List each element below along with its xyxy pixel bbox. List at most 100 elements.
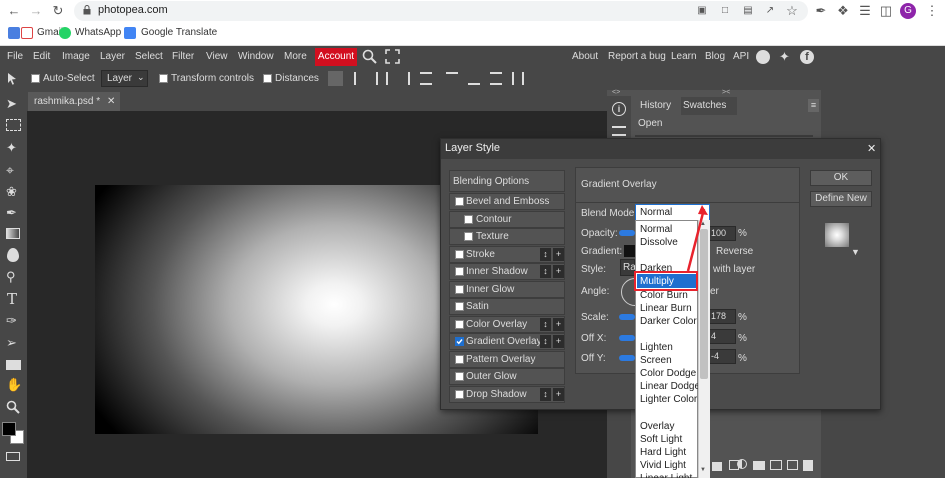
menu-layer[interactable]: Layer bbox=[100, 51, 125, 62]
history-item-open[interactable]: Open bbox=[638, 118, 662, 129]
blend-option-color-dodge[interactable]: Color Dodge bbox=[640, 368, 696, 379]
share-icon[interactable]: ↗ bbox=[762, 3, 778, 19]
style-item-texture[interactable]: Texture bbox=[449, 228, 565, 245]
search-icon[interactable] bbox=[362, 49, 377, 64]
bookmark-google-translate[interactable]: Google Translate bbox=[141, 27, 217, 38]
facebook-icon[interactable]: f bbox=[800, 50, 814, 64]
document-tab[interactable]: rashmika.psd * ✕ bbox=[28, 92, 120, 111]
dialog-titlebar[interactable]: Layer Style ✕ bbox=[441, 139, 880, 159]
opacity-slider[interactable] bbox=[619, 230, 635, 236]
add-style-icon[interactable]: + bbox=[553, 317, 564, 331]
style-item-satin[interactable]: Satin bbox=[449, 298, 565, 315]
marquee-tool-icon[interactable] bbox=[6, 119, 21, 131]
blending-options-item[interactable]: Blending Options bbox=[449, 170, 565, 192]
menu-learn[interactable]: Learn bbox=[671, 51, 697, 62]
align-top-icon[interactable] bbox=[446, 72, 458, 85]
gradient-swatch[interactable] bbox=[624, 245, 635, 257]
style-checkbox[interactable] bbox=[455, 337, 464, 346]
style-item-contour[interactable]: Contour bbox=[449, 210, 565, 228]
dodge-tool-icon[interactable]: ⚲ bbox=[6, 269, 22, 285]
opacity-input[interactable]: 100 bbox=[707, 226, 736, 241]
profile-avatar[interactable]: G bbox=[900, 3, 916, 19]
sidepanel-icon[interactable]: ◫ bbox=[878, 3, 894, 19]
blend-option-screen[interactable]: Screen bbox=[640, 355, 672, 366]
tab-history[interactable]: History bbox=[635, 97, 681, 115]
menu-more[interactable]: More bbox=[284, 51, 307, 62]
style-checkbox[interactable] bbox=[455, 197, 464, 206]
new-layer-icon[interactable] bbox=[787, 460, 798, 470]
align-bottom-icon[interactable] bbox=[490, 72, 502, 85]
style-checkbox[interactable] bbox=[455, 284, 464, 294]
style-item-stroke[interactable]: Stroke ↕ + bbox=[449, 245, 565, 263]
style-item-bevel-and-emboss[interactable]: Bevel and Emboss bbox=[449, 193, 565, 210]
browser-menu-icon[interactable]: ⋮ bbox=[924, 3, 940, 19]
menu-file[interactable]: File bbox=[7, 51, 23, 62]
blend-option-color-burn[interactable]: Color Burn bbox=[640, 290, 688, 301]
apps-grid-icon[interactable] bbox=[8, 27, 20, 39]
align-middle-icon[interactable] bbox=[468, 72, 480, 85]
layer-mask-icon[interactable] bbox=[753, 461, 765, 470]
blend-option-linear-light[interactable]: Linear Light bbox=[640, 473, 692, 478]
new-group-icon[interactable] bbox=[770, 460, 782, 470]
adjustment-layer-icon[interactable] bbox=[737, 459, 747, 469]
extensions-puzzle-icon[interactable]: ❖ bbox=[835, 3, 851, 19]
add-style-icon[interactable]: + bbox=[553, 265, 564, 278]
link-layers-icon[interactable] bbox=[712, 462, 722, 471]
add-style-icon[interactable]: + bbox=[553, 335, 564, 348]
blend-option-linear-dodge[interactable]: Linear Dodge bbox=[640, 381, 700, 392]
menu-account[interactable]: Account bbox=[315, 48, 357, 66]
blend-option-hard-light[interactable]: Hard Light bbox=[640, 447, 686, 458]
align-center-icon[interactable] bbox=[376, 72, 388, 85]
dialog-close-icon[interactable]: ✕ bbox=[867, 142, 876, 155]
style-item-drop-shadow[interactable]: Drop Shadow ↕ + bbox=[449, 385, 565, 403]
style-checkbox[interactable] bbox=[464, 214, 473, 224]
ok-button[interactable]: OK bbox=[810, 170, 872, 186]
style-checkbox[interactable] bbox=[455, 249, 464, 259]
menu-edit[interactable]: Edit bbox=[33, 51, 50, 62]
offy-input[interactable]: -4 bbox=[707, 349, 736, 364]
download-icon[interactable] bbox=[328, 71, 343, 86]
type-tool-icon[interactable]: T bbox=[7, 290, 23, 308]
blend-option-lighten[interactable]: Lighten bbox=[640, 342, 673, 353]
back-arrow-icon[interactable]: ← bbox=[6, 3, 22, 19]
auto-select-checkbox[interactable] bbox=[31, 74, 40, 83]
add-style-icon[interactable]: + bbox=[553, 387, 564, 401]
keyboard-icon[interactable] bbox=[6, 452, 20, 461]
crop-tool-icon[interactable]: ⌖ bbox=[6, 162, 22, 178]
define-new-button[interactable]: Define New bbox=[810, 191, 872, 207]
style-checkbox[interactable] bbox=[455, 302, 464, 311]
twitter-icon[interactable]: ✦ bbox=[779, 50, 793, 64]
menu-api[interactable]: API bbox=[733, 51, 749, 62]
forward-arrow-icon[interactable]: → bbox=[28, 3, 44, 19]
blend-option-dissolve[interactable]: Dissolve bbox=[640, 237, 678, 248]
magic-wand-icon[interactable]: ✦ bbox=[6, 140, 22, 156]
trash-icon[interactable] bbox=[803, 460, 813, 471]
blend-option-normal[interactable]: Normal bbox=[640, 224, 672, 235]
style-item-inner-shadow[interactable]: Inner Shadow ↕ + bbox=[449, 263, 565, 280]
style-item-inner-glow[interactable]: Inner Glow bbox=[449, 280, 565, 298]
fullscreen-icon[interactable] bbox=[385, 49, 400, 64]
menu-select[interactable]: Select bbox=[135, 51, 163, 62]
close-icon[interactable]: ✕ bbox=[107, 96, 115, 107]
page-icon[interactable]: □ bbox=[717, 3, 733, 19]
blend-option-overlay[interactable]: Overlay bbox=[640, 421, 674, 432]
style-item-color-overlay[interactable]: Color Overlay ↕ + bbox=[449, 315, 565, 333]
offx-input[interactable]: 4 bbox=[707, 329, 736, 344]
menu-about[interactable]: About bbox=[572, 51, 598, 62]
brush-tool-icon[interactable]: ✒ bbox=[6, 205, 22, 221]
style-item-pattern-overlay[interactable]: Pattern Overlay bbox=[449, 350, 565, 368]
reddit-icon[interactable] bbox=[756, 50, 770, 64]
style-item-outer-glow[interactable]: Outer Glow bbox=[449, 368, 565, 385]
reorder-icon[interactable]: ↕ bbox=[540, 247, 551, 261]
layer-select-dropdown[interactable]: Layer ⌄ bbox=[101, 70, 148, 87]
collapse-arrows-icon[interactable]: >< bbox=[722, 89, 732, 96]
cast-icon[interactable]: ▣ bbox=[694, 3, 710, 19]
properties-icon[interactable] bbox=[612, 126, 626, 136]
distances-checkbox[interactable] bbox=[263, 74, 272, 83]
preview-dropdown-icon[interactable]: ▼ bbox=[851, 247, 860, 257]
reorder-icon[interactable]: ↕ bbox=[540, 265, 551, 278]
align-right-icon[interactable] bbox=[398, 72, 410, 85]
reorder-icon[interactable]: ↕ bbox=[540, 387, 551, 401]
style-checkbox[interactable] bbox=[455, 267, 464, 276]
reload-icon[interactable]: ↻ bbox=[50, 3, 66, 19]
